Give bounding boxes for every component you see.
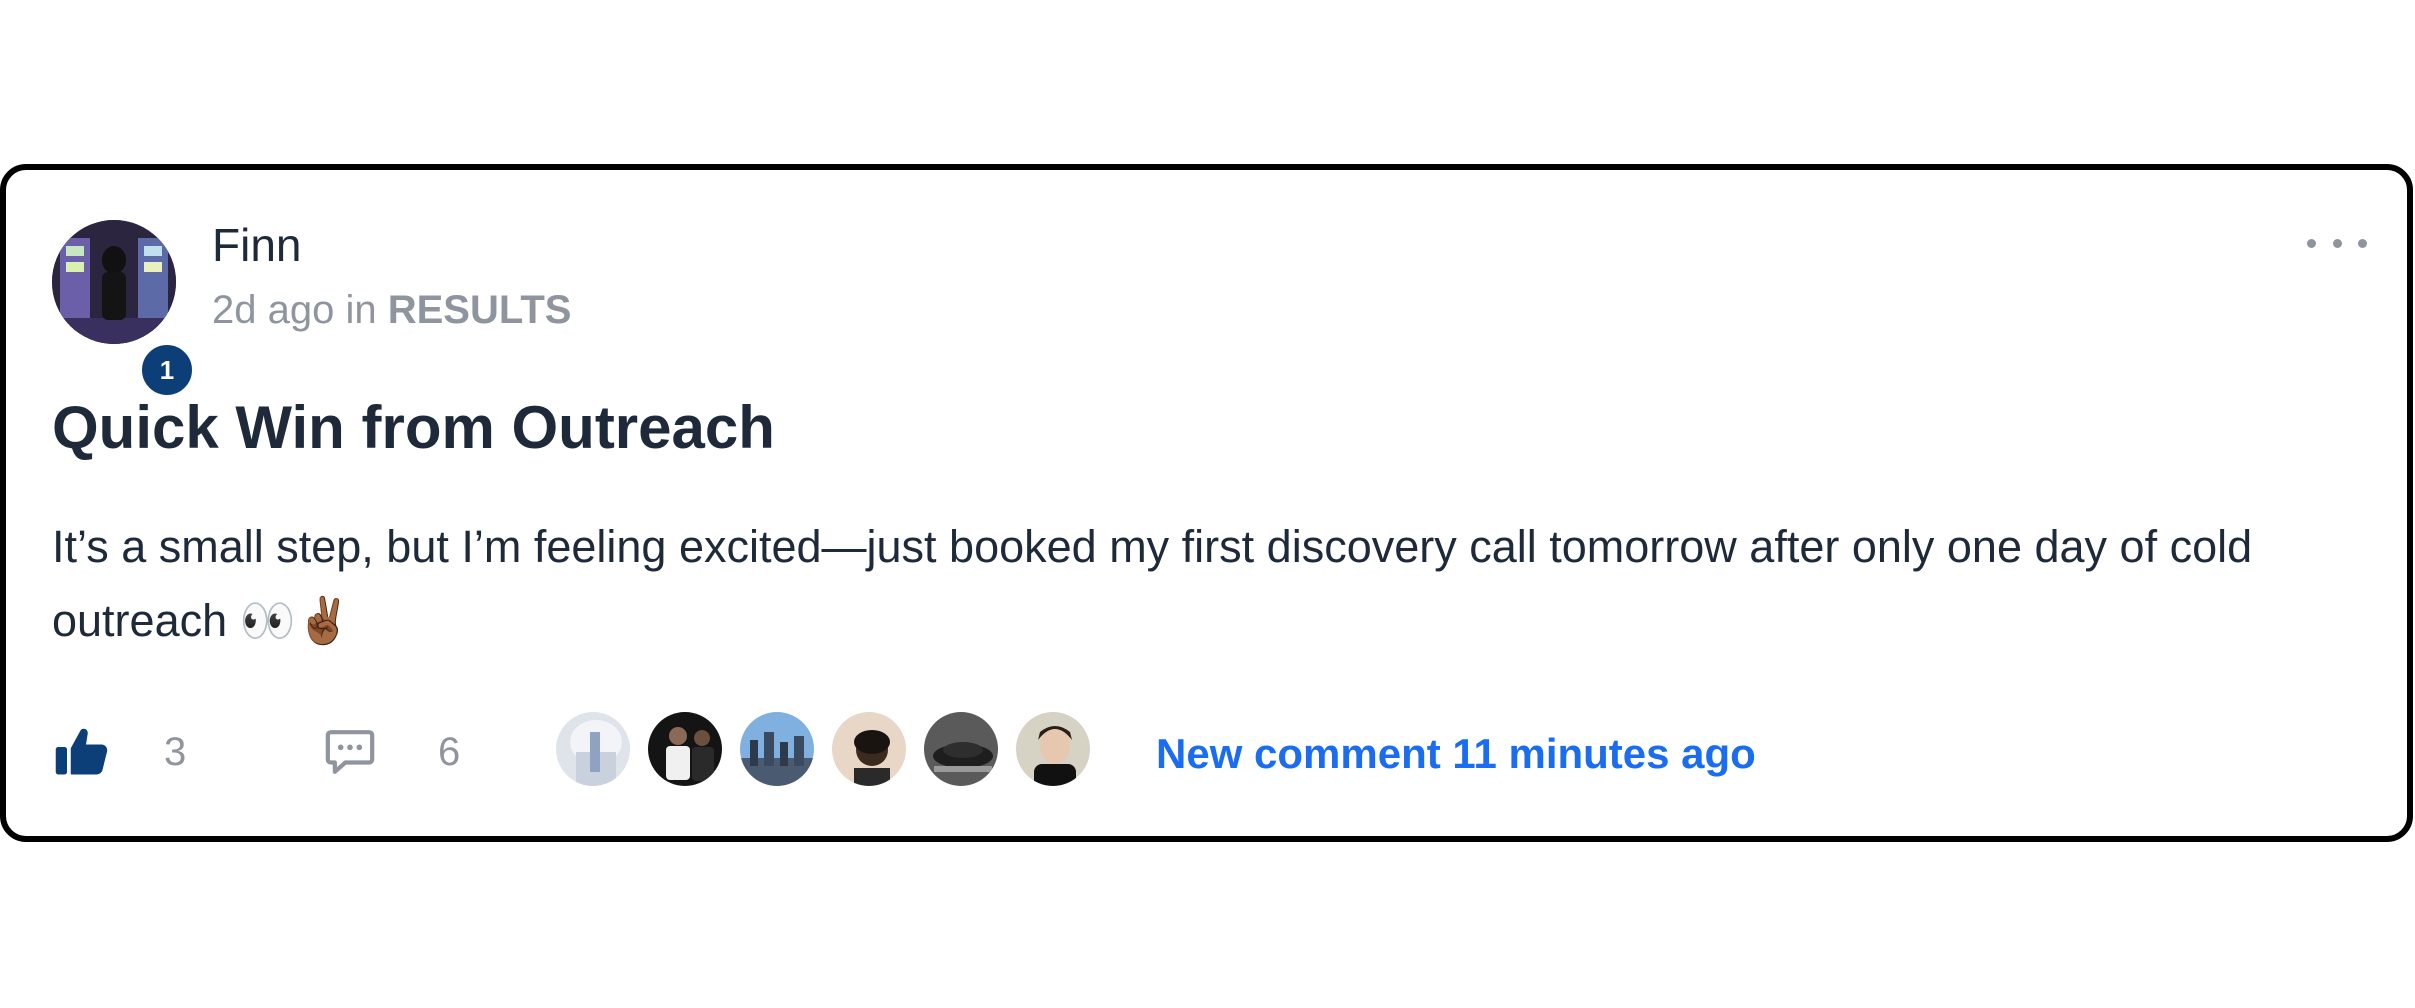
commenter-avatar-6-image <box>1016 712 1090 786</box>
commenter-avatar-3[interactable] <box>738 710 816 788</box>
comment-count: 6 <box>438 730 461 774</box>
avatar[interactable] <box>52 220 176 344</box>
category-link[interactable]: RESULTS <box>388 288 572 332</box>
post-body: It’s a small step, but I’m feeling excit… <box>52 521 2253 646</box>
comment-bubble-icon <box>325 730 375 774</box>
new-comment-link[interactable]: New comment 11 minutes ago <box>1156 730 1756 778</box>
commenter-avatar-1-image <box>556 712 630 786</box>
post-meta: 2d ago in RESULTS <box>212 290 571 330</box>
commenter-avatar-3-image <box>740 712 814 786</box>
commenter-avatar-1[interactable] <box>554 710 632 788</box>
avatar-photo <box>52 220 176 344</box>
post-time: 2d ago <box>212 288 335 332</box>
commenter-avatar-5[interactable] <box>922 710 1000 788</box>
commenter-avatar-2-image <box>648 712 722 786</box>
post-card[interactable]: 1 Finn 2d ago in RESULTS Quick Win from … <box>0 164 2413 842</box>
author-avatar-wrapper[interactable]: 1 <box>52 220 197 400</box>
commenter-avatar-4[interactable] <box>830 710 908 788</box>
post-meta-in: in <box>345 288 377 332</box>
author-name[interactable]: Finn <box>212 222 301 268</box>
comment-button[interactable] <box>322 724 378 780</box>
commenter-avatar-2[interactable] <box>646 710 724 788</box>
level-badge: 1 <box>137 340 197 400</box>
post-footer: 3 6 New comment 11 minutes ago <box>52 710 2352 790</box>
more-dot <box>2332 238 2342 248</box>
commenter-avatar-4-image <box>832 712 906 786</box>
more-horizontal-icon <box>2307 238 2316 248</box>
commenter-avatar-5-image <box>924 712 998 786</box>
more-options-button[interactable] <box>2307 228 2367 258</box>
commenter-avatar-6[interactable] <box>1014 710 1092 788</box>
post-title[interactable]: Quick Win from Outreach <box>52 392 775 464</box>
like-count: 3 <box>164 730 187 774</box>
commenter-avatars <box>554 710 1154 790</box>
thumbs-up-icon <box>55 728 108 775</box>
more-dot <box>2358 238 2367 248</box>
like-button[interactable] <box>52 722 112 782</box>
